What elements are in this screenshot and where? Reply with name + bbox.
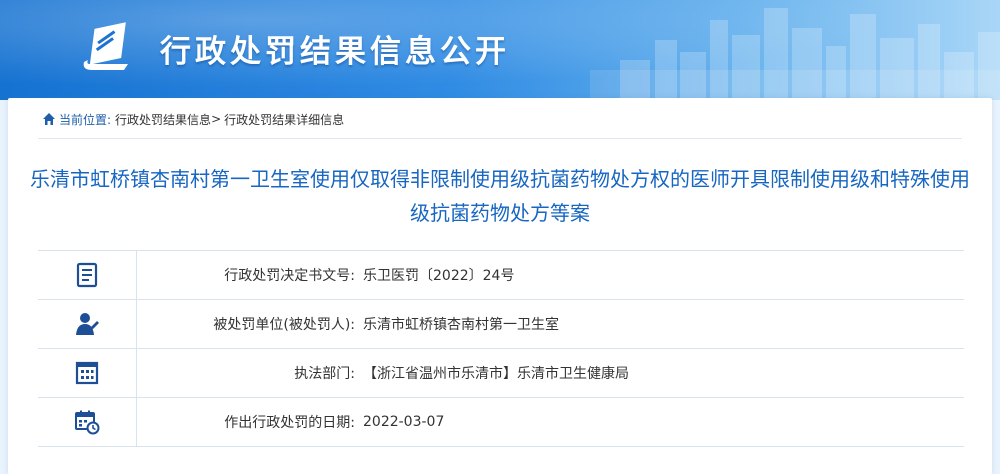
person-icon: [76, 313, 99, 335]
breadcrumb-separator: >: [211, 112, 222, 126]
icon-cell: [38, 398, 137, 446]
breadcrumb-divider: [38, 138, 962, 139]
details-value: 2022-03-07: [363, 414, 445, 430]
details-label: 作出行政处罚的日期:: [224, 415, 355, 431]
details-label: 被处罚单位(被处罚人):: [213, 317, 355, 333]
details-label: 执法部门:: [294, 366, 355, 382]
details-label: 行政处罚决定书文号:: [224, 268, 355, 284]
header-banner: 行政处罚结果信息公开: [0, 0, 1000, 100]
calendar-clock-icon: [75, 410, 100, 435]
details-row-penalty-date: 作出行政处罚的日期: 2022-03-07: [38, 398, 964, 447]
building-icon: [75, 361, 99, 385]
breadcrumb-link-results[interactable]: 行政处罚结果信息: [115, 111, 211, 128]
details-value: 乐清市虹桥镇杏南村第一卫生室: [363, 317, 559, 333]
city-skyline-illustration: [590, 8, 1000, 100]
banner-title: 行政处罚结果信息公开: [160, 34, 510, 70]
details-value: 【浙江省温州市乐清市】乐清市卫生健康局: [363, 366, 629, 382]
icon-cell: [38, 349, 137, 397]
book-icon: [83, 22, 128, 70]
details-table: 行政处罚决定书文号: 乐卫医罚〔2022〕24号 被处罚单位(被处罚人): 乐清…: [38, 250, 964, 447]
details-row-decision-number: 行政处罚决定书文号: 乐卫医罚〔2022〕24号: [38, 251, 964, 300]
details-value: 乐卫医罚〔2022〕24号: [363, 268, 515, 284]
details-row-enforcement-dept: 执法部门: 【浙江省温州市乐清市】乐清市卫生健康局: [38, 349, 964, 398]
page-title: 乐清市虹桥镇杏南村第一卫生室使用仅取得非限制使用级抗菌药物处方权的医师开具限制使…: [30, 167, 970, 225]
icon-cell: [38, 300, 137, 348]
document-list-icon: [76, 262, 98, 288]
content-card: 当前位置: 行政处罚结果信息 > 行政处罚结果详细信息 乐清市虹桥镇杏南村第一卫…: [8, 98, 992, 474]
breadcrumb-prefix: 当前位置:: [59, 112, 112, 127]
breadcrumb-link-detail[interactable]: 行政处罚结果详细信息: [224, 111, 344, 128]
icon-cell: [38, 251, 137, 299]
details-row-punished-party: 被处罚单位(被处罚人): 乐清市虹桥镇杏南村第一卫生室: [38, 300, 964, 349]
home-icon: [43, 113, 55, 125]
breadcrumb: 当前位置: 行政处罚结果信息 > 行政处罚结果详细信息: [42, 110, 344, 128]
